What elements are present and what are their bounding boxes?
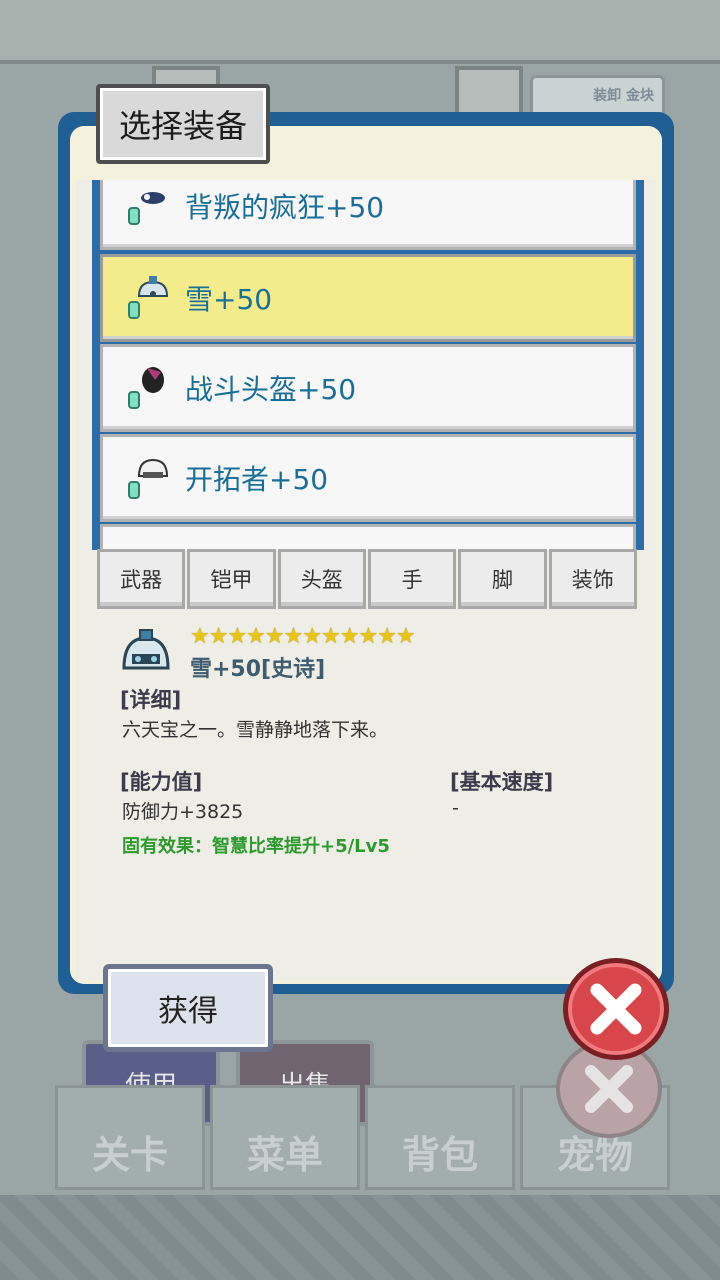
- ability-label: [能力值]: [120, 770, 203, 794]
- tab-weapon[interactable]: 武器: [97, 549, 186, 609]
- nav-stage: 关卡: [55, 1085, 205, 1190]
- close-icon: [590, 983, 642, 1035]
- equipment-list[interactable]: 背叛的疯狂+50 雪+50 战斗头盔+50 开拓者+50: [92, 180, 644, 550]
- list-item[interactable]: 背叛的疯狂+50: [100, 180, 636, 250]
- inherent-effect: 固有效果：智慧比率提升+5/Lv5: [122, 836, 390, 857]
- list-item[interactable]: 战斗头盔+50: [100, 344, 636, 432]
- background-window: [455, 66, 523, 118]
- ability-value: 防御力+3825: [122, 801, 244, 823]
- battle-helmet-icon: [125, 360, 177, 416]
- tab-accessory[interactable]: 装饰: [548, 549, 637, 609]
- detail-label: [详细]: [120, 688, 182, 712]
- get-button[interactable]: 获得: [103, 964, 273, 1052]
- speed-label: [基本速度]: [450, 770, 554, 794]
- item-name: 雪+50[史诗]: [190, 657, 326, 682]
- list-item-label: 开拓者+50: [185, 463, 329, 496]
- list-item[interactable]: 开拓者+50: [100, 434, 636, 522]
- snow-helmet-icon: [118, 628, 174, 680]
- tab-foot[interactable]: 脚: [458, 549, 547, 609]
- pioneer-helmet-icon: [125, 450, 177, 506]
- tab-armor[interactable]: 铠甲: [187, 549, 276, 609]
- list-item[interactable]: [100, 524, 636, 550]
- background-floor: [0, 1195, 720, 1280]
- sword-icon: [125, 180, 177, 234]
- category-tabs: 武器 铠甲 头盔 手 脚 装饰: [97, 549, 639, 609]
- tab-hand[interactable]: 手: [367, 549, 457, 609]
- item-description: 六天宝之一。雪静静地落下来。: [122, 719, 389, 741]
- close-button[interactable]: [563, 958, 669, 1060]
- list-item-selected[interactable]: 雪+50: [100, 254, 636, 342]
- list-item-label: 雪+50: [185, 283, 273, 316]
- rarity-stars: ★★★★★★★★★★★★: [190, 624, 416, 649]
- background-wall: [0, 0, 720, 64]
- dialog-title: 选择装备: [96, 84, 270, 164]
- list-item-label: 背叛的疯狂+50: [185, 191, 385, 224]
- snow-helmet-icon: [125, 270, 177, 326]
- background-badge: 装卸 金块: [530, 75, 665, 117]
- speed-value: -: [452, 797, 459, 819]
- nav-backpack: 背包: [365, 1085, 515, 1190]
- list-item-label: 战斗头盔+50: [185, 373, 357, 406]
- tab-helmet[interactable]: 头盔: [277, 549, 366, 609]
- nav-menu: 菜单: [210, 1085, 360, 1190]
